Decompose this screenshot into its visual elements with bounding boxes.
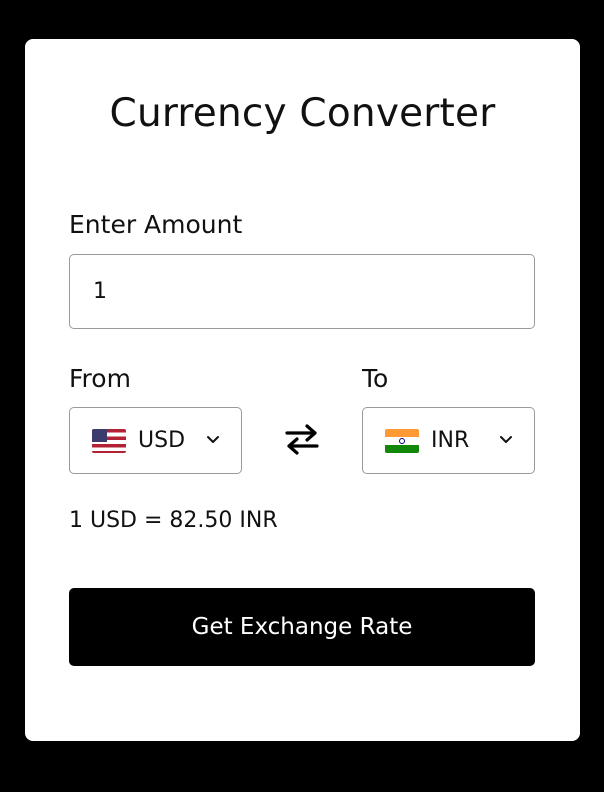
chevron-down-icon <box>207 436 219 443</box>
amount-label: Enter Amount <box>69 210 243 239</box>
get-exchange-rate-button[interactable]: Get Exchange Rate <box>69 588 535 666</box>
exchange-rate-result: 1 USD = 82.50 INR <box>69 508 278 533</box>
from-currency-code: USD <box>138 428 186 453</box>
to-currency-code: INR <box>431 428 470 453</box>
page-title: Currency Converter <box>109 91 496 136</box>
india-flag-icon <box>385 428 419 453</box>
to-currency-select[interactable]: INR <box>362 407 535 474</box>
chevron-down-icon <box>500 436 512 443</box>
swap-arrows-icon[interactable] <box>283 421 321 457</box>
amount-input[interactable] <box>69 254 535 329</box>
from-label: From <box>69 364 131 393</box>
from-currency-select[interactable]: USD <box>69 407 242 474</box>
us-flag-icon <box>92 428 126 453</box>
to-label: To <box>362 364 389 393</box>
converter-card: Currency Converter Enter Amount From To … <box>25 39 580 741</box>
